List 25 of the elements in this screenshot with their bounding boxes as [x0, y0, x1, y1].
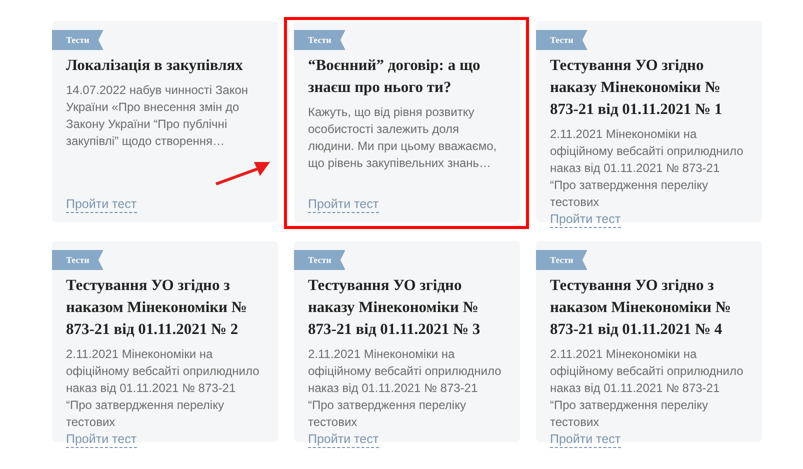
card-title: Тестування УО згідно наказу Мінекономіки № 873-21 від 01.11.2021 № 3 [308, 276, 482, 340]
card-description: 2.11.2021 Мінекономіки на офіційному вебсайті оприлюднило наказ від 01.11.2021 № 873-21 “Про затвердження переліку тестових [66, 346, 260, 431]
card-description: 2.11.2021 Мінекономіки на офіційному вебсайті оприлюднило наказ від 01.11.2021 № 873-21 “Про затвердження переліку тестових [550, 126, 744, 211]
arrow-icon [214, 160, 272, 186]
category-tag: Тести [536, 30, 588, 50]
take-test-link[interactable]: Пройти тест [66, 431, 137, 448]
card-description: 14.07.2022 набув чинності Закон України «Про внесення змін до Закону України “Про публічні закупівлі” щодо створення… [66, 82, 249, 150]
card-title: Локалізація в закупівлях [66, 56, 244, 76]
card-title: “Воєнний” договір: а що знаєш про нього ти? [308, 56, 482, 98]
category-tag: Тести [294, 30, 346, 50]
category-tag: Тести [536, 250, 588, 270]
category-tag: Тести [294, 250, 346, 270]
card-description: 2.11.2021 Мінекономіки на офіційному вебсайті оприлюднило наказ від 01.11.2021 № 873-21 “Про затвердження переліку тестових [550, 346, 744, 431]
card-title: Тестування УО згідно наказу Мінекономіки № 873-21 від 01.11.2021 № 1 [550, 56, 724, 120]
category-tag: Тести [52, 30, 104, 50]
take-test-link[interactable]: Пройти тест [66, 196, 137, 213]
card-description: 2.11.2021 Мінекономіки на офіційному вебсайті оприлюднило наказ від 01.11.2021 № 873-21 “Про затвердження переліку тестових [308, 346, 502, 431]
take-test-link[interactable]: Пройти тест [308, 196, 379, 213]
card-description: Кажуть, що від рівня розвитку особистості залежить доля людини. Ми при цьому вважаємо, що рівень закупівельних знань… [308, 104, 498, 172]
take-test-link[interactable]: Пройти тест [308, 431, 379, 448]
card-title: Тестування УО згідно з наказом Мінекономіки № 873-21 від 01.11.2021 № 4 [550, 276, 732, 340]
take-test-link[interactable]: Пройти тест [550, 431, 621, 448]
card-title: Тестування УО згідно з наказом Мінекономіки № 873-21 від 01.11.2021 № 2 [66, 276, 248, 340]
take-test-link[interactable]: Пройти тест [550, 211, 621, 228]
category-tag: Тести [52, 250, 104, 270]
